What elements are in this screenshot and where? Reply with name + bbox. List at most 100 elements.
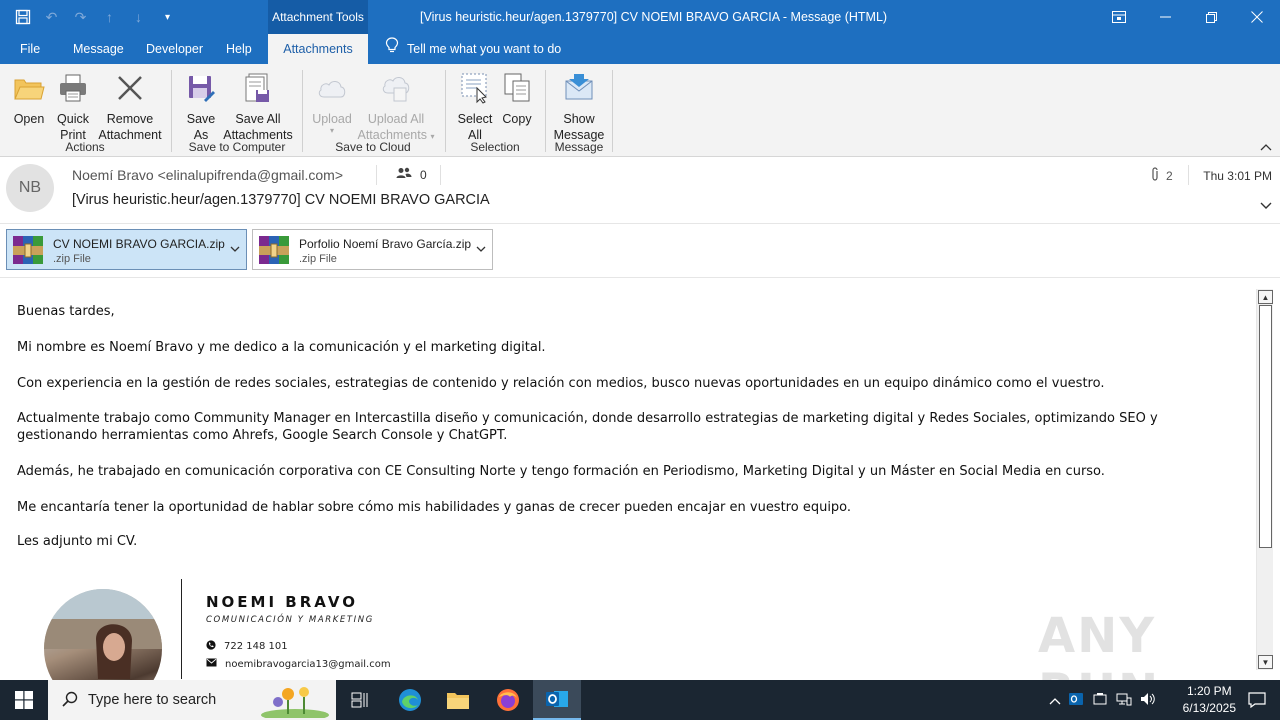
network-icon[interactable] [1112,692,1136,709]
save-all-attachments-button[interactable]: Save All Attachments [222,70,294,143]
tab-help[interactable]: Help [226,34,252,64]
upload-button[interactable]: Upload ▾ [310,70,354,135]
tab-file[interactable]: File [20,34,40,64]
tell-me-label: Tell me what you want to do [407,42,562,56]
previous-item-icon[interactable]: ↑ [95,5,124,29]
ribbon: Open Quick Print Remove Attachment Actio… [0,64,1280,157]
edge-browser-icon[interactable] [386,680,434,720]
search-icon [62,691,78,712]
chevron-up-icon[interactable] [1046,693,1064,708]
cloud-upload-all-icon [356,70,436,106]
tab-developer[interactable]: Developer [146,34,203,64]
copy-icon [498,70,536,106]
people-icon [396,167,412,182]
windows-start-icon[interactable] [0,680,48,720]
body-paragraph: Mi nombre es Noemí Bravo y me dedico a l… [17,340,546,355]
copy-button[interactable]: Copy [498,70,536,127]
chevron-down-icon[interactable] [476,243,486,255]
signature-role: COMUNICACIÓN Y MARKETING [206,615,374,625]
printer-icon [52,70,94,106]
taskbar-search-box[interactable]: Type here to search [48,680,336,720]
outlook-tray-icon[interactable] [1064,691,1088,710]
divider [1188,165,1189,185]
group-save-to-computer-label: Save to Computer [188,140,286,154]
vm-tray-icon[interactable] [1088,692,1112,709]
upload-all-attachments-button[interactable]: Upload All Attachments ▾ [356,70,436,145]
signature-divider [181,579,182,679]
collapse-ribbon-icon[interactable] [1260,142,1272,154]
taskbar-clock[interactable]: 1:20 PM 6/13/2025 [1183,683,1236,717]
attachment-tools-context: Attachment Tools [268,0,368,34]
save-as-icon [182,70,220,106]
task-view-icon[interactable] [336,680,384,720]
title-bar: ↶ ↷ ↑ ↓ ▾ Attachment Tools [Virus heuris… [0,0,1280,34]
save-icon[interactable] [8,5,37,29]
group-divider [612,70,613,152]
restore-icon[interactable] [1188,0,1234,34]
signature-email: noemibravogarcia13@gmail.com [206,658,391,670]
body-paragraph: Les adjunto mi CV. [17,534,138,549]
tab-message[interactable]: Message [73,34,124,64]
taskbar: Type here to search 1:20 PM 6/13/2025 [0,680,1280,720]
divider [376,165,377,185]
undo-icon[interactable]: ↶ [37,5,66,29]
chevron-down-icon[interactable] [230,243,240,255]
group-divider [171,70,172,152]
body-paragraph: Buenas tardes, [17,304,115,319]
outlook-taskbar-icon[interactable] [533,680,581,720]
sender[interactable]: Noemí Bravo <elinalupifrenda@gmail.com> [72,167,343,183]
show-message-button[interactable]: Show Message [552,70,606,143]
ribbon-display-options-icon[interactable] [1096,0,1142,34]
tab-attachments[interactable]: Attachments [268,34,368,64]
dropdown-arrow-icon: ▾ [329,126,334,135]
redo-icon[interactable]: ↷ [66,5,95,29]
attachment-item[interactable]: CV NOEMI BRAVO GARCIA.zip .zip File [6,229,247,270]
scrollbar-thumb[interactable] [1259,305,1272,548]
firefox-icon[interactable] [484,680,532,720]
group-selection-label: Selection [470,140,520,154]
next-item-icon[interactable]: ↓ [124,5,153,29]
avatar: NB [6,164,54,212]
group-divider [445,70,446,152]
sent-date: Thu 3:01 PM [1203,169,1272,183]
body-paragraph: Actualmente trabajo como Community Manag… [17,411,1158,443]
body-paragraph: Me encantaría tener la oportunidad de ha… [17,500,852,515]
body-paragraph: Además, he trabajado en comunicación cor… [17,464,1105,479]
group-divider [302,70,303,152]
scroll-up-arrow-icon[interactable]: ▲ [1258,290,1273,304]
quick-print-button[interactable]: Quick Print [52,70,94,143]
cloud-upload-icon [310,70,354,106]
group-actions-label: Actions [65,140,105,154]
select-all-icon [454,70,496,106]
group-message-label: Message [554,140,604,154]
file-explorer-icon[interactable] [434,680,482,720]
signature-phone: 722 148 101 [206,640,288,653]
folder-open-icon [8,70,50,106]
minimize-icon[interactable] [1142,0,1188,34]
expand-header-icon[interactable] [1260,199,1272,213]
save-as-button[interactable]: Save As [182,70,220,143]
remove-attachment-button[interactable]: Remove Attachment [96,70,164,143]
envelope-icon [206,658,217,670]
volume-icon[interactable] [1136,692,1160,709]
tell-me-search[interactable]: Tell me what you want to do [385,34,561,64]
signature-name: NOEMI BRAVO [206,593,358,611]
group-divider [545,70,546,152]
window-title: [Virus heuristic.heur/agen.1379770] CV N… [420,10,888,24]
show-message-icon [552,70,606,106]
system-tray [1046,680,1160,720]
phone-icon [206,640,216,653]
people-count[interactable]: 0 [396,167,427,182]
group-save-to-cloud-label: Save to Cloud [335,140,411,154]
close-icon[interactable] [1234,0,1280,34]
open-button[interactable]: Open [8,70,50,127]
action-center-icon[interactable] [1234,680,1280,720]
signature-photo [44,589,162,680]
body-paragraph: Con experiencia en la gestión de redes s… [17,376,1105,391]
attachment-item[interactable]: Porfolio Noemí Bravo García.zip .zip Fil… [252,229,493,270]
select-all-button[interactable]: Select All [454,70,496,143]
zip-archive-icon [259,236,289,264]
customize-qat-icon[interactable]: ▾ [153,5,182,29]
divider [440,165,441,185]
message-subject: [Virus heuristic.heur/agen.1379770] CV N… [72,192,490,208]
